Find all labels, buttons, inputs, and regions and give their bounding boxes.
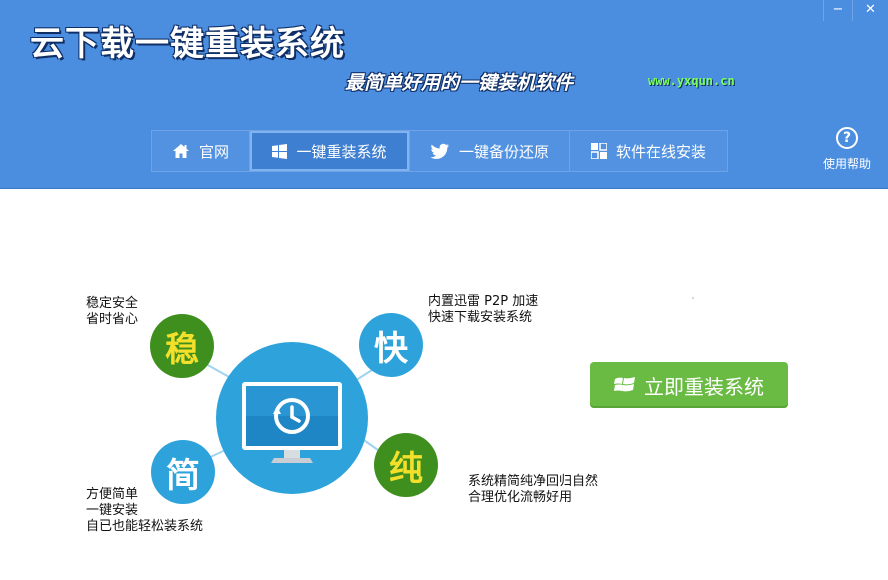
feature-text-pure: 系统精简纯净回归自然 合理优化流畅好用	[468, 474, 599, 505]
decor-dot	[692, 297, 694, 299]
feature-badge-fast: 快	[359, 313, 423, 377]
feature-text-stable: 稳定安全 省时省心	[86, 296, 139, 327]
install-button-label: 立即重装系统	[644, 374, 764, 399]
windows-icon	[614, 375, 636, 395]
monitor-restore-icon	[242, 382, 342, 463]
system-restore-illustration	[216, 342, 368, 494]
feature-badge-stable: 稳	[150, 314, 214, 378]
install-system-button[interactable]: 立即重装系统	[590, 362, 788, 408]
feature-badge-pure: 纯	[374, 433, 438, 497]
feature-text-fast: 内置迅雷 P2P 加速 快速下载安装系统	[428, 294, 539, 325]
feature-text-simple: 方便简单 一键安装 自已也能轻松装系统	[86, 487, 204, 534]
